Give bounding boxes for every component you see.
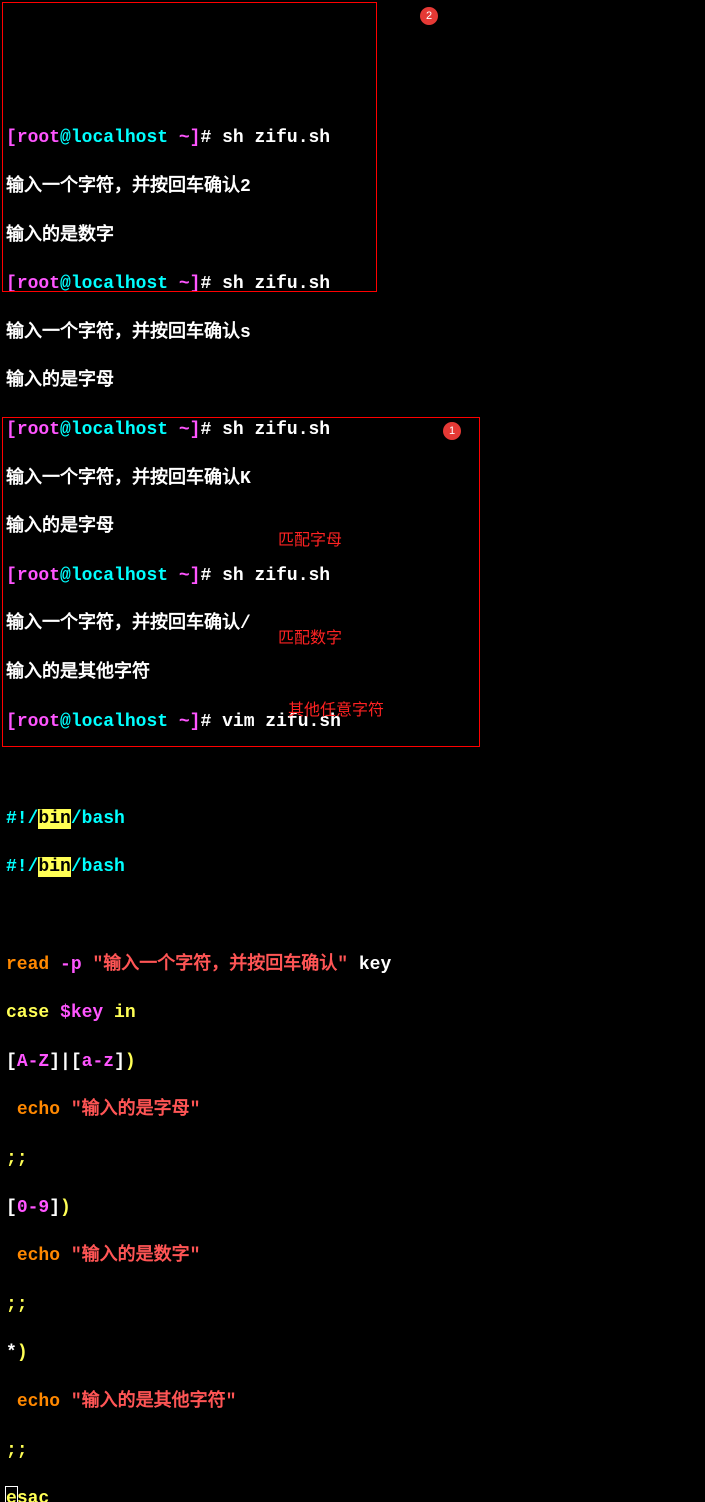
vim-line: [0-9]) [6, 1196, 699, 1220]
vim-line: #!/bin/bash [6, 855, 699, 879]
vim-line: #!/bin/bash [6, 807, 699, 831]
terminal-line: 输入一个字符，并按回车确认2 [6, 175, 699, 199]
annotation-digit: 匹配数字 [278, 628, 342, 650]
annotation-marker-2: 2 [420, 7, 438, 25]
terminal-line: 输入的是数字 [6, 224, 699, 248]
cursor: e [6, 1487, 17, 1502]
annotation-letter: 匹配字母 [278, 530, 342, 552]
terminal-line: 输入的是其他字符 [6, 661, 699, 685]
blank-line [6, 904, 699, 928]
terminal-line: 输入一个字符，并按回车确认/ [6, 612, 699, 636]
vim-line: case $key in [6, 1001, 699, 1025]
blank-line [6, 758, 699, 782]
terminal-area[interactable]: [root@localhost ~]# sh zifu.sh 输入一个字符，并按… [6, 102, 699, 1502]
vim-line: echo "输入的是字母" [6, 1098, 699, 1122]
vim-line: read -p "输入一个字符，并按回车确认" key [6, 953, 699, 977]
vim-line: esac [6, 1487, 699, 1502]
vim-line: ;; [6, 1147, 699, 1171]
vim-line: [A-Z]|[a-z]) [6, 1050, 699, 1074]
annotation-other: 其他任意字符 [288, 700, 384, 722]
vim-line: *) [6, 1341, 699, 1365]
terminal-line: 输入的是字母 [6, 515, 699, 539]
terminal-line: [root@localhost ~]# sh zifu.sh [6, 564, 699, 588]
terminal-line: [root@localhost ~]# sh zifu.sh [6, 418, 699, 442]
terminal-line: 输入的是字母 [6, 369, 699, 393]
vim-line: echo "输入的是数字" [6, 1244, 699, 1268]
vim-line: echo "输入的是其他字符" [6, 1390, 699, 1414]
vim-line: ;; [6, 1293, 699, 1317]
terminal-line: [root@localhost ~]# sh zifu.sh [6, 272, 699, 296]
terminal-line: 输入一个字符，并按回车确认K [6, 467, 699, 491]
vim-line: ;; [6, 1439, 699, 1463]
terminal-line: [root@localhost ~]# sh zifu.sh [6, 126, 699, 150]
terminal-line: 输入一个字符，并按回车确认s [6, 321, 699, 345]
